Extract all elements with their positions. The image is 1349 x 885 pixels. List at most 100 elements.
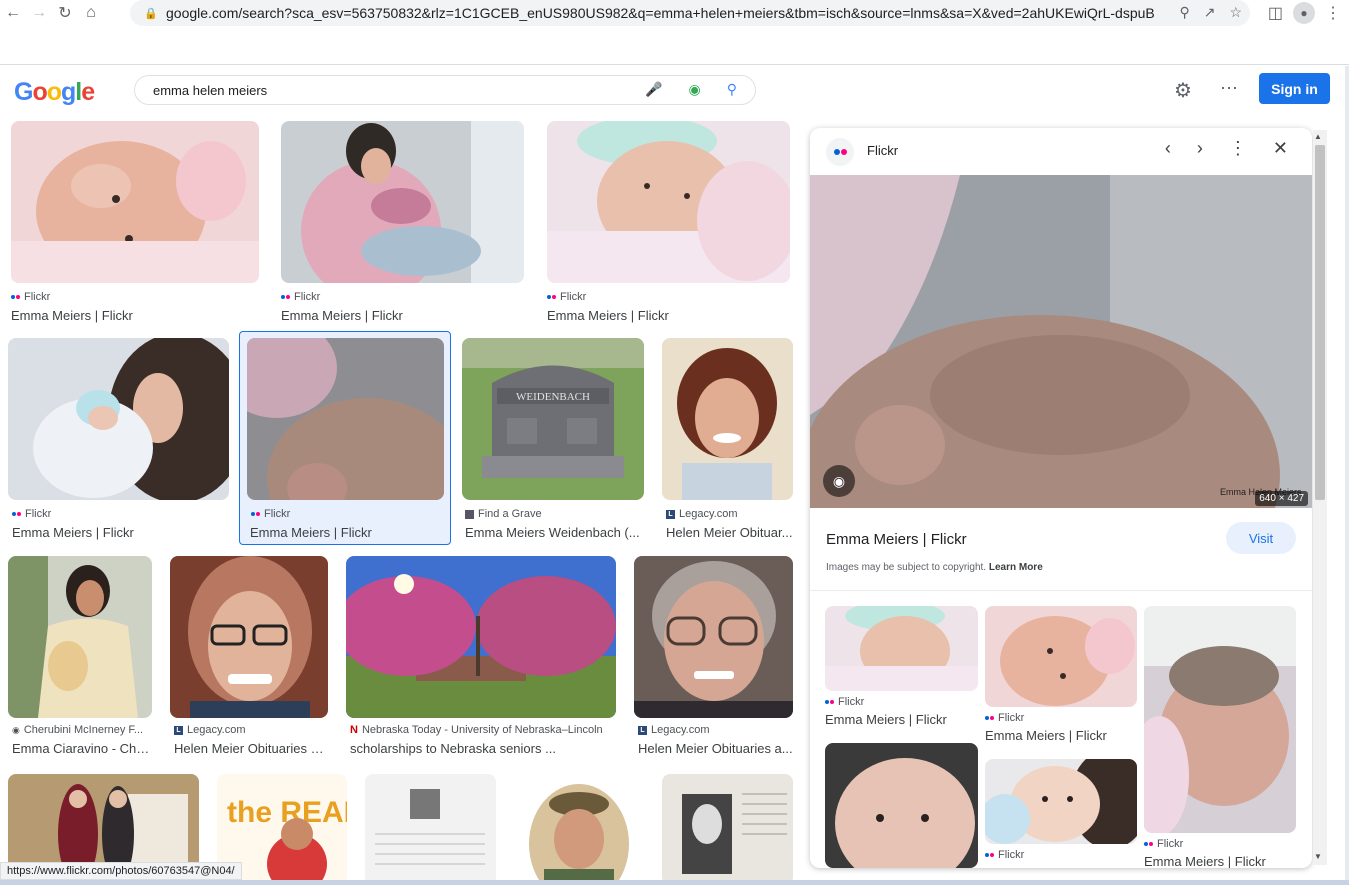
find-a-grave-icon [465, 509, 474, 519]
google-logo[interactable]: Google [14, 78, 95, 107]
zoom-icon[interactable]: ⚲ [1179, 4, 1189, 21]
close-icon[interactable]: ✕ [1273, 138, 1288, 159]
sign-in-button[interactable]: Sign in [1259, 73, 1330, 104]
result-tile[interactable]: L Legacy.com Helen Meier Obituar... [662, 338, 793, 540]
forward-icon[interactable]: → [26, 0, 52, 26]
related-tile[interactable]: Flickr [985, 759, 1137, 868]
next-icon[interactable]: › [1197, 138, 1203, 159]
result-thumbnail[interactable] [247, 338, 444, 500]
related-thumbnail[interactable] [825, 606, 978, 691]
panel-title[interactable]: Emma Meiers | Flickr [826, 531, 967, 548]
reload-icon[interactable]: ↻ [52, 0, 78, 26]
flickr-icon [985, 716, 994, 720]
address-bar[interactable]: 🔒 google.com/search?sca_esv=563750832&rl… [130, 0, 1250, 26]
learn-more-link[interactable]: Learn More [989, 562, 1043, 573]
address-url[interactable]: google.com/search?sca_esv=563750832&rlz=… [166, 5, 1156, 21]
search-query[interactable]: emma helen meiers [153, 83, 267, 98]
result-thumbnail[interactable] [662, 338, 793, 500]
related-tile[interactable] [825, 743, 978, 868]
related-tile[interactable]: Flickr Emma Meiers | Flickr [985, 606, 1137, 746]
result-thumbnail[interactable] [514, 774, 644, 885]
related-thumbnail[interactable] [985, 759, 1137, 844]
result-thumbnail[interactable] [365, 774, 496, 885]
result-tile[interactable]: Flickr Emma Meiers | Flickr [11, 121, 259, 323]
result-tile[interactable]: WEIDENBACH Find a Grave Emma Meiers Weid… [462, 338, 644, 540]
result-title[interactable]: Helen Meier Obituaries a... [174, 741, 328, 756]
result-tile[interactable]: L Legacy.com Helen Meier Obituaries a... [634, 556, 793, 756]
result-thumbnail[interactable] [346, 556, 616, 718]
home-icon[interactable]: ⌂ [78, 0, 104, 26]
result-source: Flickr [25, 508, 52, 520]
flickr-icon [1144, 842, 1153, 846]
microphone-icon[interactable]: 🎤 [645, 81, 662, 98]
related-title[interactable]: Emma Meiers | Flickr [825, 712, 978, 727]
result-title[interactable]: Emma Meiers | Flickr [281, 308, 524, 323]
related-title[interactable]: Emma Meiers | Flickr [1144, 854, 1296, 868]
result-source: Cherubini McInerney F... [23, 724, 144, 736]
result-thumbnail[interactable] [662, 774, 793, 885]
related-tile[interactable]: Flickr Emma Meiers | Flickr [1144, 606, 1296, 868]
tombstone-text: WEIDENBACH [516, 391, 590, 403]
page-scrollbar[interactable] [1345, 66, 1349, 885]
search-icon[interactable]: ⚲ [727, 81, 737, 98]
preview-image[interactable]: Emma Helen Meiers ◉ 640 × 427 [810, 175, 1312, 508]
result-tile[interactable]: Flickr Emma Meiers | Flickr [247, 338, 444, 540]
settings-gear-icon[interactable]: ⚙ [1174, 78, 1192, 103]
browser-menu-icon[interactable]: ⋮ [1325, 3, 1341, 23]
related-thumbnail[interactable] [825, 743, 978, 868]
bookmark-star-icon[interactable]: ☆ [1229, 4, 1242, 21]
result-thumbnail[interactable] [11, 121, 259, 283]
scroll-up-arrow-icon[interactable]: ▲ [1314, 132, 1322, 141]
related-tile[interactable]: Flickr Emma Meiers | Flickr [825, 606, 978, 731]
related-source: Flickr [998, 849, 1025, 861]
related-thumbnail[interactable] [985, 606, 1137, 707]
scroll-down-arrow-icon[interactable]: ▼ [1314, 852, 1322, 861]
result-thumbnail[interactable] [8, 556, 152, 718]
result-title[interactable]: Emma Meiers | Flickr [12, 525, 229, 540]
panel-scrollbar-thumb[interactable] [1315, 145, 1325, 500]
back-icon[interactable]: ← [0, 0, 26, 26]
lens-icon[interactable]: ◉ [689, 81, 701, 98]
result-tile[interactable]: Flickr Emma Meiers | Flickr [8, 338, 229, 540]
result-thumbnail[interactable] [8, 338, 229, 500]
flickr-icon [251, 512, 260, 516]
result-thumbnail[interactable] [634, 556, 793, 718]
panel-header: Flickr ‹ › ⋮ ✕ [810, 128, 1312, 174]
flickr-icon [547, 295, 556, 299]
result-tile[interactable]: ◉ Cherubini McInerney F... Emma Ciaravino… [8, 556, 152, 756]
result-title[interactable]: Emma Meiers | Flickr [250, 525, 444, 540]
visit-button[interactable]: Visit [1226, 522, 1296, 554]
profile-avatar-icon[interactable]: ● [1293, 2, 1315, 24]
result-tile[interactable]: Flickr Emma Meiers | Flickr [547, 121, 790, 323]
share-icon[interactable]: ↗ [1204, 4, 1216, 21]
related-thumbnail[interactable] [1144, 606, 1296, 833]
result-title[interactable]: Emma Meiers | Flickr [11, 308, 259, 323]
status-url-bar: https://www.flickr.com/photos/60763547@N… [0, 862, 242, 880]
result-title[interactable]: Helen Meier Obituaries a... [638, 741, 793, 756]
result-title[interactable]: Emma Meiers Weidenbach (... [465, 525, 644, 540]
side-panel-icon[interactable]: ◫ [1268, 3, 1283, 23]
result-thumbnail[interactable] [281, 121, 524, 283]
result-thumbnail[interactable] [547, 121, 790, 283]
result-tile[interactable]: N Nebraska Today - University of Nebraska… [346, 556, 616, 756]
more-options-icon[interactable]: ⋮ [1229, 138, 1247, 159]
taskbar-edge [0, 880, 1349, 885]
result-tile[interactable] [662, 774, 793, 885]
result-title[interactable]: Helen Meier Obituar... [666, 525, 793, 540]
search-image-lens-icon[interactable]: ◉ [823, 465, 855, 497]
result-title[interactable]: Emma Meiers | Flickr [547, 308, 790, 323]
result-tile[interactable]: Flickr Emma Meiers | Flickr [281, 121, 524, 323]
panel-source-name[interactable]: Flickr [867, 143, 898, 158]
apps-grid-icon[interactable]: ⋯ [1220, 78, 1238, 99]
result-source: Flickr [264, 508, 291, 520]
result-title[interactable]: Emma Ciaravino - Che... [12, 741, 152, 756]
result-tile[interactable] [514, 774, 644, 885]
search-input[interactable]: emma helen meiers 🎤 ◉ ⚲ [134, 75, 756, 105]
previous-icon[interactable]: ‹ [1165, 138, 1171, 159]
result-thumbnail[interactable]: WEIDENBACH [462, 338, 644, 500]
result-tile[interactable]: L Legacy.com Helen Meier Obituaries a... [170, 556, 328, 756]
result-thumbnail[interactable] [170, 556, 328, 718]
related-title[interactable]: Emma Meiers | Flickr [985, 728, 1137, 743]
result-tile[interactable] [365, 774, 496, 885]
result-title[interactable]: scholarships to Nebraska seniors ... [350, 741, 616, 756]
